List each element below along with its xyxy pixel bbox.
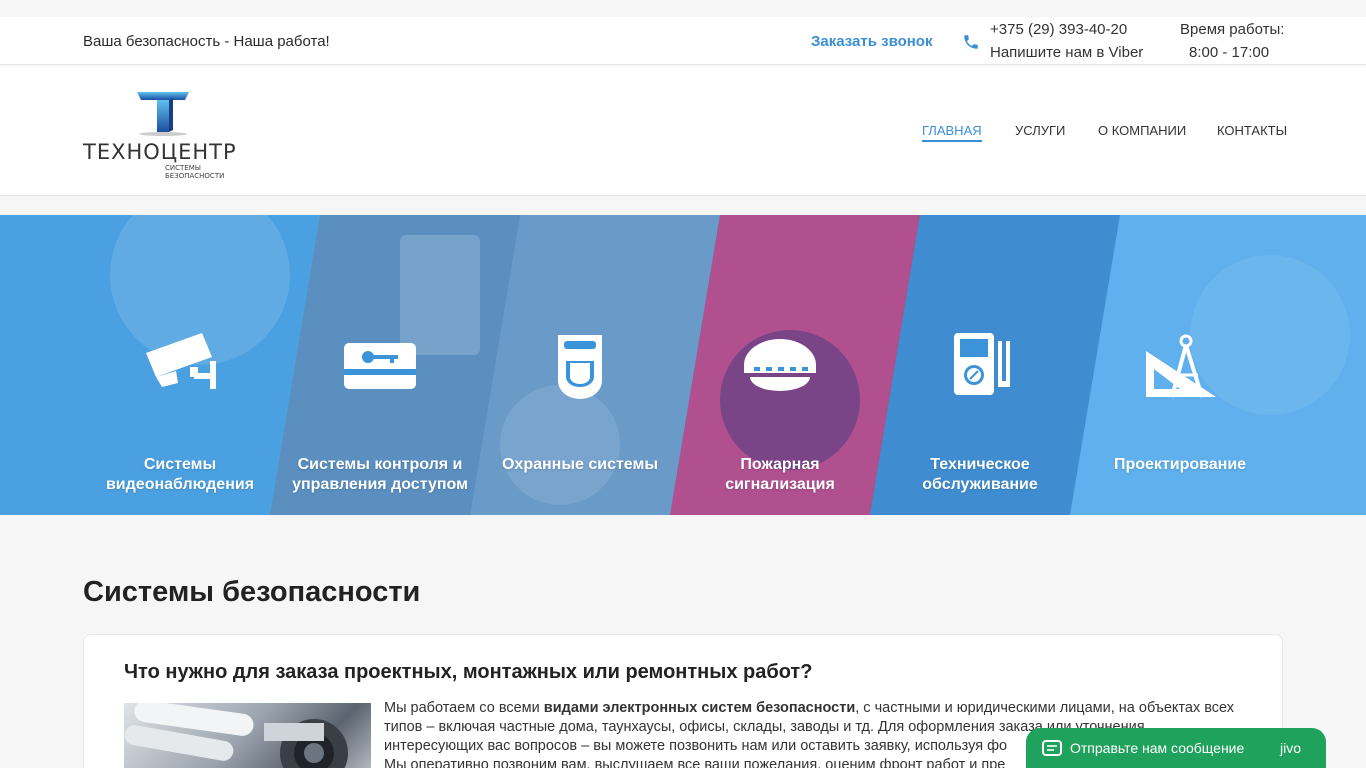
nav-item-services[interactable]: УСЛУГИ (1015, 123, 1065, 138)
tagline: Ваша безопасность - Наша работа! (83, 33, 330, 50)
nav-item-contacts[interactable]: КОНТАКТЫ (1217, 123, 1287, 138)
card-text-highlight: видами электронных систем безопасности (543, 700, 856, 716)
top-bar: Ваша безопасность - Наша работа! Заказат… (0, 17, 1366, 65)
nav-item-about[interactable]: О КОМПАНИИ (1098, 123, 1186, 138)
services-banner: Системы видеонаблюдения Системы контроля … (0, 215, 1366, 515)
hours-value: 8:00 - 17:00 (1189, 44, 1270, 61)
chat-widget-button[interactable]: Отправьте нам сообщение jivo (1026, 728, 1326, 768)
order-call-link[interactable]: Заказать звонок (811, 33, 932, 50)
cctv-camera-icon (146, 333, 216, 389)
service-fire-alarm[interactable]: Пожарная сигнализация (680, 215, 880, 515)
key-card-icon (344, 343, 416, 389)
chat-label: Отправьте нам сообщение (1070, 740, 1245, 756)
chat-message-icon (1042, 740, 1062, 756)
service-label: Системы видеонаблюдения (105, 456, 255, 493)
card-title: Что нужно для заказа проектных, монтажны… (124, 661, 813, 683)
logo-t-icon (137, 92, 189, 136)
logo-subtitle: СИСТЕМЫ БЕЗОПАСНОСТИ (165, 164, 225, 180)
section-title: Системы безопасности (83, 576, 421, 608)
service-cctv[interactable]: Системы видеонаблюдения (80, 215, 280, 515)
motion-sensor-icon (558, 335, 602, 399)
site-logo[interactable]: ТЕХНОЦЕНТР СИСТЕМЫ БЕЗОПАСНОСТИ (83, 88, 245, 180)
drafting-compass-icon (1146, 334, 1216, 398)
service-label: Проектирование (1113, 456, 1247, 473)
logo-name: ТЕХНОЦЕНТР (83, 140, 237, 164)
nav-item-home[interactable]: ГЛАВНАЯ (922, 123, 982, 142)
phone-number[interactable]: +375 (29) 393-40-20 (990, 21, 1127, 38)
service-security[interactable]: Охранные системы (480, 215, 680, 515)
service-access-control[interactable]: Системы контроля и управления доступом (280, 215, 480, 515)
service-label: Пожарная сигнализация (725, 456, 835, 493)
site-header: ТЕХНОЦЕНТР СИСТЕМЫ БЕЗОПАСНОСТИ ГЛАВНАЯ … (0, 66, 1366, 196)
hours-label: Время работы: (1180, 21, 1285, 38)
service-maintenance[interactable]: Техническое обслуживание (880, 215, 1080, 515)
equipment-image (124, 703, 371, 768)
smoke-detector-icon (744, 339, 816, 391)
service-design[interactable]: Проектирование (1080, 215, 1280, 515)
chat-brand: jivo (1280, 740, 1302, 756)
viber-link[interactable]: Напишите нам в Viber (990, 44, 1143, 61)
service-label: Техническое обслуживание (922, 456, 1038, 493)
service-label: Охранные системы (501, 456, 658, 473)
multimeter-icon (954, 333, 1010, 395)
service-label: Системы контроля и управления доступом (292, 456, 468, 493)
phone-icon (964, 35, 978, 49)
